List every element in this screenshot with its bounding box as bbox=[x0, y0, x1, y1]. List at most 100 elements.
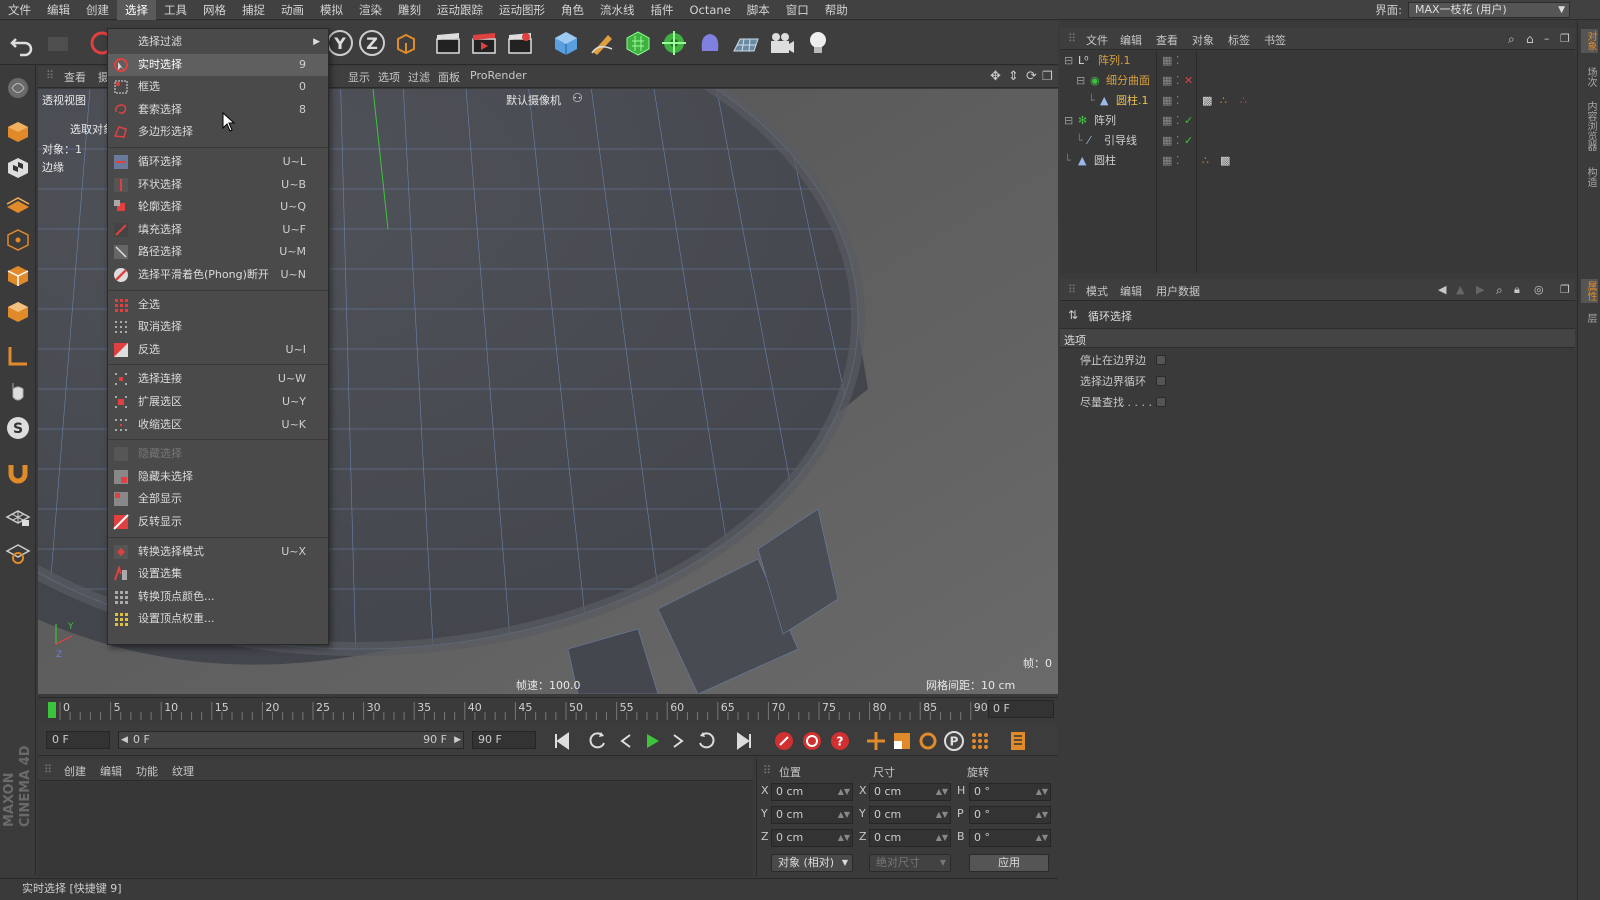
material-list[interactable] bbox=[38, 782, 753, 877]
layout-select[interactable]: MAX一枝花 (用户) ▼ bbox=[1408, 2, 1570, 18]
maximize-icon[interactable]: ❐ bbox=[1560, 32, 1570, 45]
texture-tag-icon[interactable]: ▩ bbox=[1202, 91, 1212, 111]
render-to-picture-viewer-button[interactable] bbox=[468, 27, 500, 59]
deformer-button[interactable] bbox=[694, 27, 726, 59]
tree-row[interactable]: └ ▲ 圆柱 ▦ ⁚ ∴ ▩ bbox=[1060, 151, 1575, 171]
menu-sculpt[interactable]: 雕刻 bbox=[390, 0, 429, 20]
menu-select[interactable]: 选择 bbox=[117, 0, 156, 20]
snap-button[interactable]: S bbox=[3, 413, 33, 443]
search-icon[interactable]: ⌕ bbox=[1508, 32, 1515, 47]
keyframe-selection-button[interactable]: ? bbox=[828, 729, 852, 753]
edge-mode-button[interactable] bbox=[3, 261, 33, 291]
material-menu-edit[interactable]: 编辑 bbox=[100, 763, 122, 779]
move-view-icon[interactable]: ✥ bbox=[990, 69, 1001, 84]
viewport-menu-prorender[interactable]: ProRender bbox=[470, 69, 527, 82]
menu-edit[interactable]: 编辑 bbox=[39, 0, 78, 20]
visibility-toggle-icon[interactable]: ▦ ⁚ bbox=[1162, 91, 1179, 111]
make-editable-button[interactable] bbox=[3, 73, 33, 103]
collapse-icon[interactable]: ⊟ bbox=[1064, 111, 1073, 131]
menu-create[interactable]: 创建 bbox=[78, 0, 117, 20]
viewport-menu-view[interactable]: 查看 bbox=[64, 69, 86, 85]
pos-x-field[interactable]: 0 cm ▲▼ bbox=[771, 783, 853, 801]
drag-handle-icon[interactable]: ⠿ bbox=[46, 69, 54, 82]
select-menu-item-grow[interactable]: 扩展选区 U~Y bbox=[108, 391, 328, 413]
size-mode-select[interactable]: 绝对尺寸 ▼ bbox=[869, 854, 951, 872]
options-section-tab[interactable]: 选项 bbox=[1060, 328, 1575, 348]
home-icon[interactable]: ⌂ bbox=[1526, 32, 1534, 46]
start-frame-field[interactable]: 0 F bbox=[46, 731, 110, 749]
select-menu-item-invert-visibility[interactable]: 反转显示 bbox=[108, 511, 328, 533]
select-menu-item-convert-mode[interactable]: 转换选择模式 U~X bbox=[108, 541, 328, 563]
menu-help[interactable]: 帮助 bbox=[817, 0, 856, 20]
pos-y-field[interactable]: 0 cm ▲▼ bbox=[771, 806, 853, 824]
rotation-key-button[interactable] bbox=[916, 729, 940, 753]
visibility-toggle-icon[interactable]: ▦ ⁚ bbox=[1162, 51, 1179, 71]
visibility-toggle-icon[interactable]: ▦ ⁚ bbox=[1162, 151, 1179, 171]
select-menu-item-phong[interactable]: 选择平滑着色(Phong)断开 U~N bbox=[108, 264, 328, 286]
spinner-icon[interactable]: ▲▼ bbox=[1036, 830, 1048, 846]
tree-row[interactable]: └ ⁄ 引导线 ▦ ⁚ ✓ bbox=[1060, 131, 1575, 151]
rot-p-field[interactable]: 0 ° ▲▼ bbox=[969, 806, 1051, 824]
apply-button[interactable]: 应用 bbox=[969, 854, 1049, 872]
menu-render[interactable]: 渲染 bbox=[351, 0, 390, 20]
subdivision-surface-button[interactable] bbox=[622, 27, 654, 59]
select-menu-item-selection-tag[interactable]: 设置选集 bbox=[108, 563, 328, 585]
visibility-toggle-icon[interactable]: ▦ ⁚ bbox=[1162, 111, 1179, 131]
auto-keying-button[interactable] bbox=[800, 729, 824, 753]
workplane-align-button[interactable] bbox=[3, 537, 33, 567]
select-menu-item-vertex-weight[interactable]: 设置顶点权重... bbox=[108, 608, 328, 630]
rot-b-field[interactable]: 0 ° ▲▼ bbox=[969, 829, 1051, 847]
menu-motion-tracking[interactable]: 运动跟踪 bbox=[429, 0, 491, 20]
drag-handle-icon[interactable]: ⠿ bbox=[1068, 32, 1076, 45]
size-y-field[interactable]: 0 cm ▲▼ bbox=[869, 806, 951, 824]
light-button[interactable] bbox=[802, 27, 834, 59]
select-menu-item-hide-selected[interactable]: 隐藏选择 bbox=[108, 443, 328, 465]
spinner-icon[interactable]: ▲▼ bbox=[1036, 784, 1048, 800]
material-menu-texture[interactable]: 纹理 bbox=[172, 763, 194, 779]
menu-window[interactable]: 窗口 bbox=[778, 0, 817, 20]
rotate-view-icon[interactable]: ⟳ bbox=[1026, 69, 1037, 84]
up-arrow-icon[interactable]: ▲ bbox=[1456, 283, 1464, 296]
rot-h-field[interactable]: 0 ° ▲▼ bbox=[969, 783, 1051, 801]
render-view-button[interactable] bbox=[432, 27, 464, 59]
enabled-check-icon[interactable]: ✓ bbox=[1184, 131, 1193, 151]
menu-octane[interactable]: Octane bbox=[682, 0, 739, 20]
select-menu-item-live-select[interactable]: 实时选择 9 bbox=[108, 53, 328, 76]
collapse-icon[interactable]: ⊟ bbox=[1076, 71, 1085, 91]
select-menu-item-loop[interactable]: 循环选择 U~L bbox=[108, 151, 328, 173]
spinner-icon[interactable]: ▲▼ bbox=[936, 830, 948, 846]
forward-arrow-icon[interactable]: ▶ bbox=[1476, 283, 1484, 296]
collapse-icon[interactable]: ⊟ bbox=[1064, 51, 1073, 71]
previous-key-button[interactable] bbox=[586, 729, 610, 753]
spinner-icon[interactable]: ▲▼ bbox=[1036, 807, 1048, 823]
texture-mode-button[interactable] bbox=[3, 153, 33, 183]
menu-tools[interactable]: 工具 bbox=[156, 0, 195, 20]
drag-handle-icon[interactable]: ⠿ bbox=[1068, 283, 1076, 296]
om-menu-bookmark[interactable]: 书签 bbox=[1264, 32, 1286, 48]
previous-frame-button[interactable] bbox=[614, 729, 638, 753]
select-menu-item-lasso[interactable]: 套索选择 8 bbox=[108, 99, 328, 121]
menu-character[interactable]: 角色 bbox=[553, 0, 592, 20]
am-menu-edit[interactable]: 编辑 bbox=[1120, 283, 1142, 299]
object-name[interactable]: 引导线 bbox=[1104, 131, 1137, 151]
visibility-toggle-icon[interactable]: ▦ ⁚ bbox=[1162, 71, 1179, 91]
z-axis-lock-button[interactable]: Z bbox=[356, 27, 388, 59]
spinner-icon[interactable]: ▲▼ bbox=[936, 784, 948, 800]
select-menu-item-connected[interactable]: 选择连接 U~W bbox=[108, 368, 328, 390]
viewport-menu-options[interactable]: 选项 bbox=[378, 69, 400, 85]
select-menu-item-filter[interactable]: 选择过滤 ▶ bbox=[108, 31, 328, 53]
scale-key-button[interactable] bbox=[890, 729, 914, 753]
am-menu-mode[interactable]: 模式 bbox=[1086, 283, 1108, 299]
next-frame-button[interactable] bbox=[666, 729, 690, 753]
object-name[interactable]: 细分曲面 bbox=[1106, 71, 1150, 91]
tab-takes[interactable]: 场次 bbox=[1581, 67, 1598, 87]
timeline-window-button[interactable] bbox=[1006, 729, 1030, 753]
tag-icon[interactable]: ∴ bbox=[1240, 91, 1247, 111]
go-to-start-button[interactable] bbox=[550, 729, 574, 753]
menu-file[interactable]: 文件 bbox=[0, 0, 39, 20]
point-mode-button[interactable] bbox=[3, 225, 33, 255]
parameter-key-button[interactable]: P bbox=[942, 729, 966, 753]
select-menu-item-outline[interactable]: 轮廓选择 U~Q bbox=[108, 196, 328, 218]
range-right-arrow-icon[interactable]: ▶ bbox=[454, 732, 461, 748]
axis-mode-button[interactable] bbox=[3, 341, 33, 371]
